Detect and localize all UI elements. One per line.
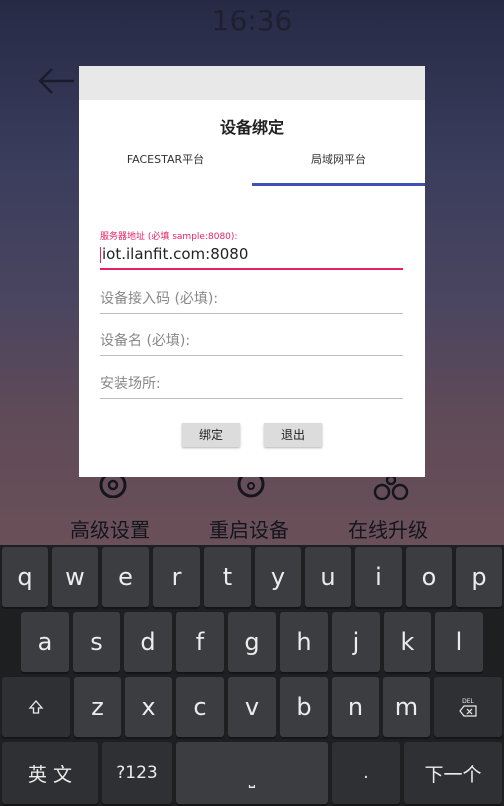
key-t[interactable]: t	[204, 547, 251, 607]
access-code-placeholder: 设备接入码 (必填):	[100, 291, 219, 307]
shift-icon	[28, 700, 44, 714]
next-key[interactable]: 下一个	[404, 742, 502, 804]
back-arrow-icon[interactable]	[36, 66, 76, 96]
field-underline	[100, 398, 403, 399]
key-b[interactable]: b	[280, 677, 328, 737]
tab-facestar-platform[interactable]: FACESTAR平台	[79, 152, 252, 186]
space-key[interactable]: ⎵	[176, 742, 328, 804]
symbols-key[interactable]: ?123	[102, 742, 172, 804]
tab-lan-platform[interactable]: 局域网平台	[252, 152, 425, 186]
del-label: DEL	[462, 697, 474, 705]
key-i[interactable]: i	[355, 547, 402, 607]
key-r[interactable]: r	[153, 547, 200, 607]
bind-button[interactable]: 绑定	[182, 423, 240, 447]
server-address-field[interactable]: 服务器地址 (必填 sample:8080): iot.ilanfit.com:…	[100, 229, 403, 270]
key-k[interactable]: k	[384, 612, 431, 672]
device-binding-dialog: 设备绑定 FACESTAR平台 局域网平台 服务器地址 (必填 sample:8…	[79, 66, 425, 477]
key-u[interactable]: u	[305, 547, 351, 607]
key-v[interactable]: v	[228, 677, 276, 737]
location-field[interactable]: 安装场所:	[100, 373, 403, 399]
bg-label-advanced-settings: 高级设置	[70, 518, 150, 542]
server-address-value: iot.ilanfit.com:8080	[102, 245, 249, 263]
backspace-icon	[459, 704, 477, 717]
key-h[interactable]: h	[280, 612, 328, 672]
bg-label-online-upgrade: 在线升级	[348, 518, 428, 542]
settings-gear-icon	[96, 471, 130, 502]
shift-key[interactable]	[2, 677, 70, 737]
server-address-label: 服务器地址 (必填 sample:8080):	[100, 232, 238, 242]
tab-bar: FACESTAR平台 局域网平台	[79, 152, 425, 186]
period-key[interactable]: .	[332, 742, 400, 804]
key-y[interactable]: y	[255, 547, 301, 607]
key-q[interactable]: q	[2, 547, 48, 607]
key-n[interactable]: n	[332, 677, 379, 737]
key-l[interactable]: l	[435, 612, 483, 672]
soft-keyboard: q w e r t y u i o p a s d f g h j k l z …	[0, 545, 504, 806]
field-underline	[100, 268, 403, 270]
key-o[interactable]: o	[406, 547, 452, 607]
key-m[interactable]: m	[383, 677, 430, 737]
device-name-placeholder: 设备名 (必填):	[100, 333, 191, 349]
field-underline	[100, 313, 403, 314]
key-x[interactable]: x	[125, 677, 172, 737]
field-underline	[100, 355, 403, 356]
key-w[interactable]: w	[52, 547, 98, 607]
location-placeholder: 安装场所:	[100, 376, 161, 392]
delete-key[interactable]: DEL	[434, 677, 502, 737]
dialog-title: 设备绑定	[219, 118, 284, 137]
key-g[interactable]: g	[228, 612, 276, 672]
key-z[interactable]: z	[74, 677, 121, 737]
upgrade-icon	[372, 474, 412, 504]
status-clock: 16:36	[211, 4, 293, 37]
key-d[interactable]: d	[124, 612, 172, 672]
language-key[interactable]: 英 文	[2, 742, 98, 804]
key-p[interactable]: p	[456, 547, 502, 607]
key-f[interactable]: f	[176, 612, 224, 672]
dialog-header-bar	[79, 66, 425, 100]
bg-label-restart-device: 重启设备	[209, 518, 289, 542]
key-c[interactable]: c	[176, 677, 224, 737]
power-icon	[234, 470, 268, 502]
exit-button[interactable]: 退出	[264, 423, 322, 447]
key-a[interactable]: a	[21, 612, 69, 672]
key-e[interactable]: e	[102, 547, 149, 607]
device-name-field[interactable]: 设备名 (必填):	[100, 330, 403, 356]
tab-indicator	[252, 183, 425, 186]
key-s[interactable]: s	[73, 612, 120, 672]
access-code-field[interactable]: 设备接入码 (必填):	[100, 288, 403, 314]
key-j[interactable]: j	[332, 612, 380, 672]
text-cursor	[100, 246, 101, 263]
